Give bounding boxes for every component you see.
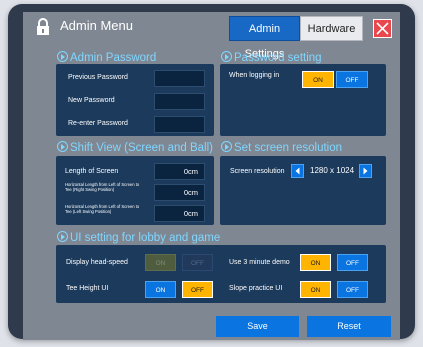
display-head-speed-label: Display head-speed (66, 259, 128, 266)
play-circle-icon (57, 141, 68, 152)
resolution-next-button[interactable] (359, 164, 372, 178)
ui-setting-title: UI setting for lobby and game (57, 231, 220, 244)
right-swing-label: Horizontal Length from Left of Screen to… (65, 182, 140, 192)
resolution-value: 1280 x 1024 (310, 166, 355, 175)
slope-on-button[interactable]: ON (300, 281, 331, 298)
right-swing-field[interactable]: 0cm (154, 184, 205, 201)
left-swing-field[interactable]: 0cm (154, 205, 205, 222)
previous-password-label: Previous Password (68, 74, 128, 81)
admin-password-title: Admin Password (57, 51, 156, 64)
length-of-screen-field[interactable]: 0cm (154, 163, 205, 180)
new-password-label: New Password (68, 97, 115, 104)
slope-practice-label: Slope practice UI (229, 285, 283, 292)
tee-height-on-button[interactable]: ON (145, 281, 176, 298)
reenter-password-field[interactable] (154, 116, 205, 133)
tab-hardware[interactable]: Hardware (300, 16, 363, 41)
when-logging-in-label: When logging in (229, 72, 280, 79)
arrow-left-icon (295, 167, 300, 175)
password-setting-title: Password setting (221, 51, 322, 64)
window-title: Admin Menu (60, 18, 133, 33)
play-circle-icon (221, 51, 232, 62)
screen-resolution-title: Set screen resolution (221, 141, 342, 154)
close-icon (376, 22, 389, 35)
resolution-prev-button[interactable] (291, 164, 304, 178)
lock-icon (37, 18, 49, 35)
new-password-field[interactable] (154, 93, 205, 110)
three-minute-demo-label: Use 3 minute demo (229, 259, 290, 266)
head-speed-off-button[interactable]: OFF (182, 254, 213, 271)
slope-off-button[interactable]: OFF (337, 281, 368, 298)
arrow-right-icon (363, 167, 368, 175)
length-of-screen-label: Length of Screen (65, 168, 119, 175)
previous-password-field[interactable] (154, 70, 205, 87)
screen-resolution-label: Screen resolution (230, 168, 285, 175)
left-swing-label: Horizontal Length from Left of Screen to… (65, 204, 140, 214)
tab-admin-settings[interactable]: Admin Settings (229, 16, 300, 60)
demo-on-button[interactable]: ON (300, 254, 331, 271)
head-speed-on-button[interactable]: ON (145, 254, 176, 271)
reenter-password-label: Re-enter Password (68, 120, 128, 127)
login-password-off-button[interactable]: OFF (336, 71, 368, 88)
close-button[interactable] (373, 19, 392, 38)
login-password-on-button[interactable]: ON (302, 71, 334, 88)
demo-off-button[interactable]: OFF (337, 254, 368, 271)
save-button[interactable]: Save (216, 316, 299, 337)
reset-button[interactable]: Reset (307, 316, 391, 337)
tee-height-label: Tee Height UI (66, 285, 109, 292)
play-circle-icon (57, 231, 68, 242)
tee-height-off-button[interactable]: OFF (182, 281, 213, 298)
shift-view-title: Shift View (Screen and Ball) (57, 141, 213, 154)
play-circle-icon (57, 51, 68, 62)
play-circle-icon (221, 141, 232, 152)
